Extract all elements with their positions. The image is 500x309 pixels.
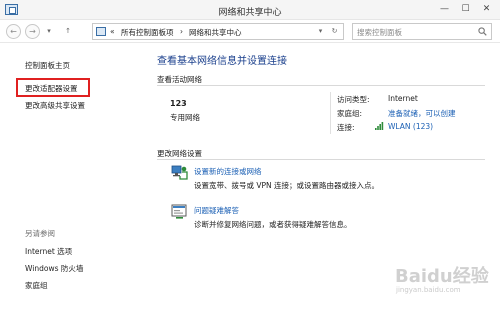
breadcrumb-all-control-panel-items[interactable]: 所有控制面板项 (121, 27, 174, 38)
troubleshoot-description: 诊断并修复网络问题，或者获得疑难解答信息。 (194, 220, 352, 229)
up-button[interactable]: ↑ (63, 25, 73, 38)
access-type-label: 访问类型: (337, 95, 370, 104)
close-button[interactable]: ✕ (479, 2, 494, 16)
wlan-connection-link[interactable]: WLAN (123) (388, 122, 433, 131)
breadcrumb-separator: › (180, 27, 183, 36)
see-also-windows-firewall[interactable]: Windows 防火墙 (25, 263, 83, 274)
section-divider (157, 85, 485, 86)
troubleshoot-link[interactable]: 问题疑难解答 (194, 205, 239, 216)
search-placeholder: 搜索控制面板 (357, 28, 402, 37)
title-bar: 网络和共享中心 — ☐ ✕ (0, 0, 500, 20)
homegroup-link[interactable]: 准备就绪，可以创建 (388, 108, 456, 119)
see-also-internet-options[interactable]: Internet 选项 (25, 246, 72, 257)
baidu-watermark-url: jingyan.baidu.com (396, 286, 461, 294)
setup-connection-description: 设置宽带、拨号或 VPN 连接；或设置路由器或接入点。 (194, 181, 380, 190)
address-box[interactable]: « 所有控制面板项 › 网络和共享中心 ▾ ↻ (92, 23, 344, 40)
network-name: 123 (170, 99, 187, 108)
see-also-header: 另请参阅 (25, 229, 55, 238)
change-network-settings-header: 更改网络设置 (157, 149, 202, 158)
address-toolbar: ← → ▾ ↑ « 所有控制面板项 › 网络和共享中心 ▾ ↻ 搜索控制面板 (0, 20, 500, 43)
wifi-signal-icon (375, 122, 384, 130)
connections-label: 连接: (337, 123, 355, 132)
window-title: 网络和共享中心 (218, 8, 282, 18)
maximize-button[interactable]: ☐ (458, 2, 473, 16)
setup-connection-link[interactable]: 设置新的连接或网络 (194, 166, 262, 177)
active-networks-header: 查看活动网络 (157, 75, 202, 84)
control-panel-icon (96, 27, 106, 36)
forward-button[interactable]: → (25, 24, 40, 39)
search-icon[interactable] (478, 27, 487, 36)
refresh-icon[interactable]: ↻ (329, 26, 340, 37)
sidebar-link-change-adapter-settings[interactable]: 更改适配器设置 (25, 83, 78, 94)
breadcrumb-network-sharing-center[interactable]: 网络和共享中心 (189, 27, 242, 38)
minimize-button[interactable]: — (437, 2, 452, 16)
page-title: 查看基本网络信息并设置连接 (157, 56, 287, 67)
breadcrumb-overflow[interactable]: « (110, 27, 115, 36)
access-type-value: Internet (388, 94, 418, 103)
address-dropdown-icon[interactable]: ▾ (315, 26, 326, 37)
see-also-homegroup[interactable]: 家庭组 (25, 280, 48, 291)
sidebar-link-control-panel-home[interactable]: 控制面板主页 (25, 60, 70, 71)
back-button[interactable]: ← (6, 24, 21, 39)
homegroup-label: 家庭组: (337, 109, 363, 118)
troubleshoot-icon (171, 204, 187, 219)
section-divider (157, 159, 485, 160)
network-type: 专用网络 (170, 113, 200, 122)
recent-locations-dropdown[interactable]: ▾ (44, 25, 54, 38)
baidu-watermark: Baidu经验 (395, 266, 489, 287)
network-info-divider (330, 92, 331, 134)
search-input[interactable]: 搜索控制面板 (352, 23, 492, 40)
sidebar-link-advanced-sharing-settings[interactable]: 更改高级共享设置 (25, 100, 85, 111)
new-connection-icon (171, 165, 188, 180)
